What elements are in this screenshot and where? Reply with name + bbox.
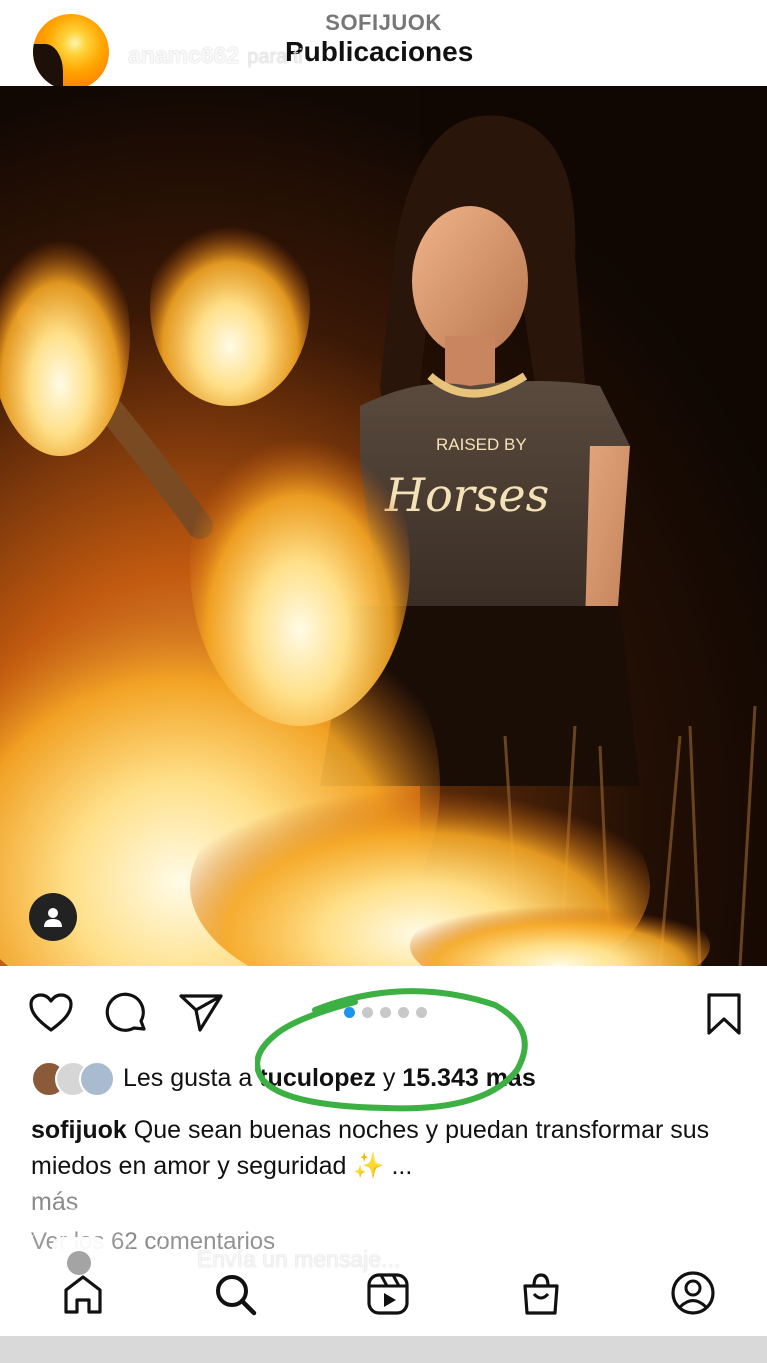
account-handle: SOFIJUOK — [325, 10, 442, 35]
home-icon[interactable] — [62, 1274, 104, 1314]
bottom-navigation — [0, 1262, 767, 1322]
tagged-people-button[interactable] — [29, 893, 77, 941]
story-avatar[interactable] — [33, 14, 109, 90]
search-icon[interactable] — [213, 1272, 257, 1316]
liker-avatar — [79, 1061, 115, 1097]
bookmark-icon[interactable] — [704, 991, 744, 1037]
profile-icon[interactable] — [670, 1270, 716, 1316]
photo-illustration: RAISED BY Horses — [0, 86, 767, 966]
comment-icon[interactable] — [104, 991, 150, 1037]
post-photo[interactable]: RAISED BY Horses — [0, 86, 767, 966]
story-subtitle: para ti — [247, 46, 303, 68]
system-bottom-strip — [0, 1336, 767, 1363]
person-tag-icon — [44, 908, 62, 927]
reels-icon[interactable] — [366, 1272, 410, 1316]
story-username-text: anamc662 — [128, 42, 240, 68]
liker-avatars — [31, 1061, 115, 1097]
shirt-text-line2: Horses — [384, 468, 549, 522]
annotation-circle — [255, 988, 528, 1112]
post-caption: sofijuok Que sean buenas noches y puedan… — [31, 1112, 731, 1220]
caption-username[interactable]: sofijuok — [31, 1116, 127, 1144]
caption-text: Que sean buenas noches y puedan transfor… — [31, 1116, 710, 1180]
shop-icon[interactable] — [519, 1272, 563, 1316]
shirt-text-line1: RAISED BY — [436, 435, 527, 454]
page-title: Publicaciones — [285, 36, 474, 67]
story-username[interactable]: anamc662 para ti — [128, 42, 303, 69]
send-icon[interactable] — [178, 992, 224, 1034]
avatar-silhouette — [33, 44, 63, 90]
heart-icon[interactable] — [28, 992, 74, 1034]
instagram-post-screen: SOFIJUOK Publicaciones anamc662 para ti — [0, 0, 767, 1363]
likes-prefix: Les gusta a — [123, 1063, 253, 1092]
